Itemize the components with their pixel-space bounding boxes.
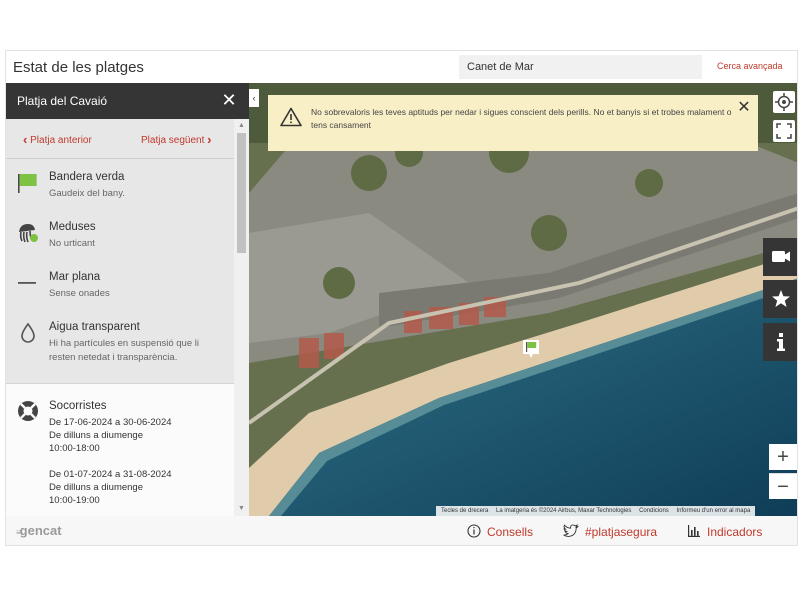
- schedule-2: De 01-07-2024 a 31-08-2024 De dilluns a …: [49, 468, 172, 507]
- sea-state-subtitle: Sense onades: [49, 288, 110, 299]
- sea-state: Mar plana Sense onades: [6, 267, 234, 315]
- chevron-right-icon: ›: [207, 132, 212, 147]
- scroll-thumb[interactable]: [237, 133, 246, 253]
- next-beach-label: Platja següent: [141, 135, 205, 146]
- previous-beach-label: Platja anterior: [30, 135, 92, 146]
- app-frame: Estat de les platges Cerca avançada Plat…: [5, 50, 798, 546]
- keyboard-shortcuts-link[interactable]: Tecles de drecera: [438, 508, 491, 514]
- star-icon: [772, 290, 790, 307]
- indicators-link[interactable]: Indicadors: [687, 524, 762, 539]
- schedule-2-dates: De 01-07-2024 a 31-08-2024: [49, 469, 172, 480]
- jellyfish-status: Meduses No urticant: [6, 217, 234, 265]
- lifeguards-title: Socorristes: [49, 400, 107, 412]
- video-camera-icon: [772, 251, 790, 262]
- beach-flag-marker[interactable]: [522, 339, 540, 359]
- water-quality: Aigua transparent Hi ha partícules en su…: [6, 317, 234, 377]
- calm-sea-icon: [18, 282, 36, 284]
- advice-label: Consells: [487, 525, 534, 539]
- jellyfish-subtitle: No urticant: [49, 238, 95, 249]
- info-circle-icon: [467, 524, 481, 538]
- green-flag-icon: [18, 174, 37, 193]
- close-icon[interactable]: ✕: [221, 91, 237, 109]
- search-input[interactable]: [459, 55, 702, 79]
- water-drop-icon: [21, 322, 35, 343]
- fullscreen-button[interactable]: [773, 120, 795, 142]
- flag-status: Bandera verda Gaudeix del bany.: [6, 167, 234, 215]
- page-title: Estat de les platges: [13, 59, 144, 76]
- flag-title: Bandera verda: [49, 171, 125, 183]
- panel-scrollbar[interactable]: ▲ ▼: [234, 119, 249, 516]
- jellyfish-icon: [19, 224, 38, 243]
- schedule-2-hours: 10:00-19:00: [49, 495, 100, 506]
- next-beach-button[interactable]: Platja següent ›: [141, 132, 212, 147]
- lifebuoy-icon: [18, 401, 38, 421]
- satellite-map[interactable]: ‹ No sobrevaloris les teves aptituds per…: [249, 83, 797, 516]
- footer: ≡gencat Consells #platjasegura Indicador…: [6, 516, 797, 545]
- safety-alert: No sobrevaloris les teves aptituds per n…: [268, 95, 758, 151]
- report-error-link[interactable]: Informeu d'un error al mapa: [673, 508, 753, 514]
- favorite-button[interactable]: [763, 280, 797, 318]
- schedule-1-dates: De 17-06-2024 a 30-06-2024: [49, 417, 172, 428]
- schedule-1: De 17-06-2024 a 30-06-2024 De dilluns a …: [49, 416, 172, 455]
- map-attribution: Tecles de drecera La imatgeria és ©2024 …: [436, 506, 756, 516]
- twitter-icon: [563, 524, 580, 537]
- crosshair-icon: [775, 93, 793, 111]
- info-icon: [777, 333, 785, 351]
- map-flag-icon: [523, 340, 539, 358]
- video-button[interactable]: [763, 238, 797, 276]
- water-title: Aigua transparent: [49, 321, 140, 333]
- panel-header: Platja del Cavaió ✕: [6, 83, 249, 119]
- schedule-1-hours: 10:00-18:00: [49, 443, 100, 454]
- sea-state-title: Mar plana: [49, 271, 101, 283]
- warning-icon: [280, 107, 302, 127]
- header: Estat de les platges Cerca avançada: [6, 51, 797, 83]
- water-subtitle: Hi ha partícules en suspensió que li res…: [49, 338, 199, 363]
- locate-button[interactable]: [773, 91, 795, 113]
- zoom-in-button[interactable]: +: [769, 444, 797, 470]
- beach-info-panel: Platja del Cavaió ✕ ‹ Platja anterior Pl…: [6, 83, 249, 516]
- advice-link[interactable]: Consells: [467, 524, 533, 539]
- terms-link[interactable]: Condicions: [636, 508, 672, 514]
- info-button[interactable]: [763, 323, 797, 361]
- zoom-out-button[interactable]: −: [769, 473, 797, 499]
- schedule-1-days: De dilluns a diumenge: [49, 430, 144, 441]
- beach-name: Platja del Cavaió: [17, 94, 108, 108]
- schedule-2-days: De dilluns a diumenge: [49, 482, 144, 493]
- expand-icon: [776, 123, 792, 139]
- alert-close-icon[interactable]: ✕: [737, 100, 751, 116]
- previous-beach-button[interactable]: ‹ Platja anterior: [23, 132, 92, 147]
- gencat-logo[interactable]: ≡gencat: [16, 523, 62, 538]
- alert-message: No sobrevaloris les teves aptituds per n…: [311, 107, 732, 130]
- imagery-credit: La imatgeria és ©2024 Airbus, Maxar Tech…: [496, 508, 632, 514]
- lifeguards-section: Socorristes De 17-06-2024 a 30-06-2024 D…: [6, 383, 234, 516]
- scroll-up-arrow-icon[interactable]: ▲: [234, 121, 249, 131]
- chevron-left-icon: ‹: [23, 132, 28, 147]
- hashtag-label: #platjasegura: [585, 525, 658, 539]
- jellyfish-title: Meduses: [49, 221, 96, 233]
- beach-navigation: ‹ Platja anterior Platja següent ›: [6, 119, 234, 159]
- indicators-label: Indicadors: [707, 525, 763, 539]
- advanced-search-link[interactable]: Cerca avançada: [717, 61, 783, 71]
- collapse-panel-button[interactable]: ‹: [249, 89, 259, 107]
- gencat-logo-text: gencat: [19, 523, 62, 538]
- bar-chart-icon: [688, 525, 700, 537]
- scroll-down-arrow-icon[interactable]: ▼: [234, 504, 249, 514]
- hashtag-link[interactable]: #platjasegura: [563, 524, 657, 539]
- flag-subtitle: Gaudeix del bany.: [49, 188, 125, 199]
